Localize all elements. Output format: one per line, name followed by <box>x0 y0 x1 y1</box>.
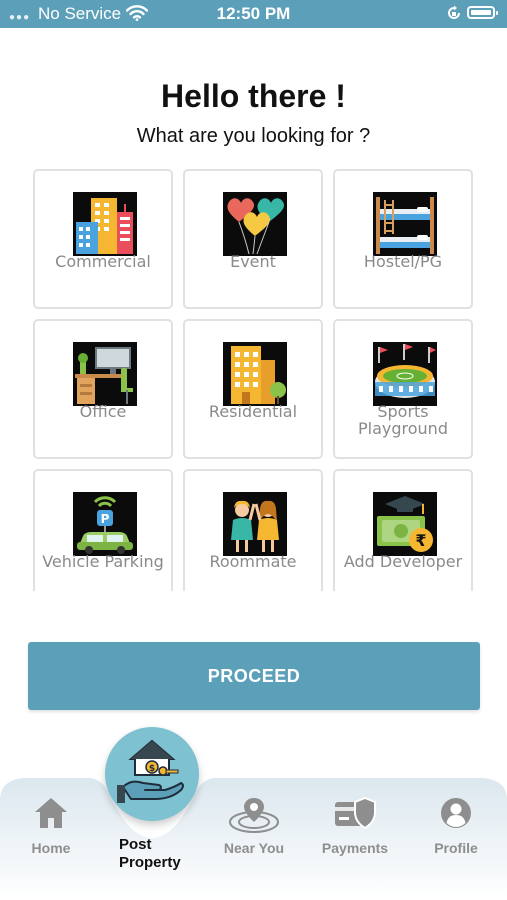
clock-text: 12:50 PM <box>216 4 291 23</box>
category-label: Roommate <box>209 552 297 571</box>
house-key-hand-icon: $ <box>117 739 184 803</box>
nav-near-you[interactable]: Near You <box>204 796 304 856</box>
category-tile-office[interactable]: Office <box>33 319 173 459</box>
location-radar-icon <box>229 798 279 833</box>
category-tile-hostel[interactable]: Hostel/PG <box>333 169 473 309</box>
category-tile-parking[interactable]: P Vehicle Parking <box>33 469 173 591</box>
category-tile-event[interactable]: Event <box>183 169 323 309</box>
category-tile-residential[interactable]: Residential <box>183 319 323 459</box>
nav-label-near-you: Near You <box>223 840 285 856</box>
battery-icon <box>467 6 498 19</box>
category-tile-developer[interactable]: ₹ Add Developer <box>333 469 473 591</box>
nav-label-payments: Payments <box>321 840 389 856</box>
category-tile-sports[interactable]: Sports Playground <box>333 319 473 459</box>
category-tile-commercial[interactable]: Commercial <box>33 169 173 309</box>
category-label: Office <box>79 402 127 421</box>
graduation-money-icon: ₹ <box>373 492 437 556</box>
profile-icon <box>441 798 471 828</box>
svg-text:₹: ₹ <box>415 531 426 550</box>
svg-text:$: $ <box>149 764 155 774</box>
office-desk-icon <box>73 342 137 406</box>
status-bar: ●●● No Service 12:50 PM <box>0 0 507 28</box>
page-subtitle: What are you looking for ? <box>136 125 371 147</box>
nav-label-post-property: Post Property <box>119 836 181 871</box>
category-label: Sports Playground <box>358 402 448 438</box>
rotation-lock-icon <box>448 5 460 19</box>
category-label: Hostel/PG <box>363 252 443 271</box>
category-label: Commercial <box>55 252 151 271</box>
svg-text:P: P <box>101 512 110 526</box>
car-parking-icon: P <box>73 492 137 556</box>
nav-label-profile: Profile <box>434 840 478 856</box>
category-label: Add Developer <box>343 552 463 571</box>
category-label: Vehicle Parking <box>42 552 164 571</box>
category-grid: Commercial Event Hostel/PG Office Reside… <box>30 166 480 591</box>
commercial-buildings-icon <box>73 192 137 256</box>
category-label: Residential <box>208 402 298 421</box>
nav-label-home: Home <box>31 840 71 856</box>
bunk-bed-icon <box>373 192 437 256</box>
post-property-button[interactable]: $ <box>105 727 199 821</box>
stadium-icon <box>373 342 437 406</box>
residential-building-icon <box>223 342 287 406</box>
bottom-nav: Home Near You Payments Profile <box>0 760 507 900</box>
roommates-icon <box>223 492 287 556</box>
nav-payments[interactable]: Payments <box>305 796 405 856</box>
home-icon <box>35 798 67 828</box>
proceed-button[interactable]: PROCEED <box>28 642 480 710</box>
balloons-icon <box>223 192 287 256</box>
page-title: Hello there ! <box>161 78 346 114</box>
category-label: Event <box>230 252 276 271</box>
payment-card-icon <box>335 796 376 830</box>
nav-profile[interactable]: Profile <box>406 796 506 856</box>
nav-home[interactable]: Home <box>1 796 101 856</box>
category-tile-roommate[interactable]: Roommate <box>183 469 323 591</box>
